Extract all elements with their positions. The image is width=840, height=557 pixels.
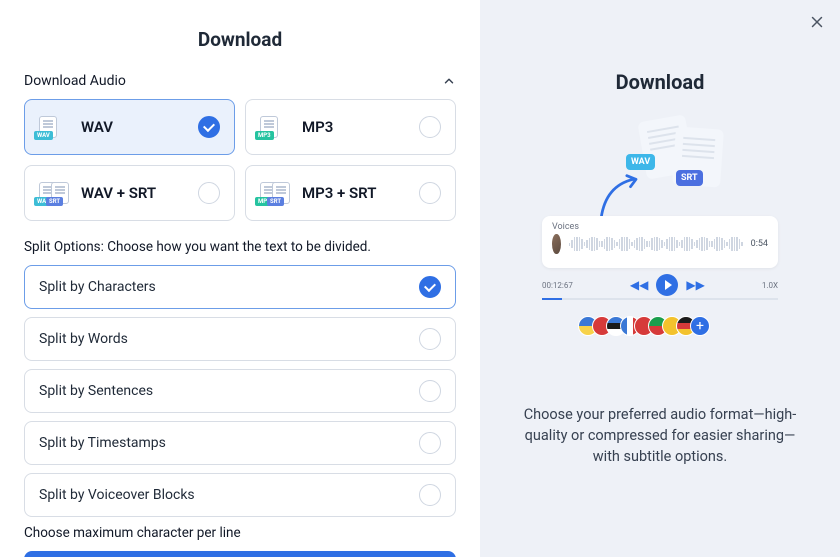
- format-label: MP3: [302, 118, 409, 136]
- radio-unchecked-icon: [419, 432, 441, 454]
- chevron-up-icon: [442, 74, 456, 88]
- player-time: 00:12:67: [542, 281, 573, 290]
- max-char-footnote: Choose maximum character per line: [24, 525, 456, 541]
- voice-duration: 0:54: [751, 239, 768, 249]
- split-options-list: Split by Characters Split by Words Split…: [24, 265, 456, 517]
- format-option-wav-srt[interactable]: WAV SRT WAV + SRT: [24, 165, 235, 221]
- radio-unchecked-icon: [419, 116, 441, 138]
- wav-tag-icon: WAV: [626, 154, 655, 170]
- split-option-label: Split by Sentences: [39, 383, 153, 399]
- plus-icon: +: [690, 316, 710, 336]
- format-label: WAV: [81, 118, 188, 136]
- mp3-srt-file-icon: MP3 SRT: [260, 179, 292, 207]
- radio-unchecked-icon: [419, 380, 441, 402]
- split-option-timestamps[interactable]: Split by Timestamps: [24, 421, 456, 465]
- download-audio-label: Download Audio: [24, 73, 126, 89]
- page-title: Download: [24, 28, 456, 51]
- format-option-mp3-srt[interactable]: MP3 SRT MP3 + SRT: [245, 165, 456, 221]
- split-options-label: Split Options: Choose how you want the t…: [24, 239, 456, 255]
- format-option-mp3[interactable]: MP3 MP3: [245, 99, 456, 155]
- radio-unchecked-icon: [419, 328, 441, 350]
- split-option-label: Split by Characters: [39, 279, 156, 295]
- waveform-icon: [569, 235, 743, 253]
- wav-srt-file-icon: WAV SRT: [39, 179, 71, 207]
- download-button[interactable]: Download: [24, 551, 456, 557]
- rewind-icon: ◀◀: [630, 278, 648, 292]
- radio-unchecked-icon: [198, 182, 220, 204]
- voices-card: Voices 0:54: [542, 216, 778, 268]
- split-option-sentences[interactable]: Split by Sentences: [24, 369, 456, 413]
- language-flags: +: [578, 316, 710, 336]
- voices-label: Voices: [552, 222, 768, 232]
- srt-tag-icon: SRT: [676, 170, 703, 186]
- progress-bar: [542, 298, 778, 300]
- mp3-file-icon: MP3: [260, 113, 292, 141]
- split-option-words[interactable]: Split by Words: [24, 317, 456, 361]
- download-audio-header[interactable]: Download Audio: [24, 73, 456, 89]
- player-speed: 1.0X: [762, 281, 778, 290]
- radio-checked-icon: [198, 116, 220, 138]
- split-option-label: Split by Words: [39, 331, 128, 347]
- wav-file-icon: WAV: [39, 113, 71, 141]
- format-label: MP3 + SRT: [302, 184, 409, 202]
- avatar: [552, 234, 561, 254]
- radio-checked-icon: [419, 276, 441, 298]
- preview-description: Choose your preferred audio format—high-…: [520, 404, 800, 467]
- forward-icon: ▶▶: [686, 278, 704, 292]
- download-illustration: WAV SRT Voices 0:54 00:12:67 ◀◀ ▶▶ 1.0X: [530, 124, 790, 384]
- preview-panel: Download WAV SRT Voices 0:54 00:12:67 ◀◀: [480, 0, 840, 557]
- radio-unchecked-icon: [419, 484, 441, 506]
- split-option-characters[interactable]: Split by Characters: [24, 265, 456, 309]
- close-button[interactable]: [808, 12, 826, 37]
- format-option-wav[interactable]: WAV WAV: [24, 99, 235, 155]
- split-option-voiceover-blocks[interactable]: Split by Voiceover Blocks: [24, 473, 456, 517]
- format-label: WAV + SRT: [81, 184, 188, 202]
- play-icon: [656, 274, 678, 296]
- preview-title: Download: [520, 70, 800, 94]
- player-row: 00:12:67 ◀◀ ▶▶ 1.0X: [542, 274, 778, 296]
- split-option-label: Split by Voiceover Blocks: [39, 487, 195, 503]
- settings-panel: Download Download Audio WAV WAV MP3 MP3 …: [0, 0, 480, 557]
- split-option-label: Split by Timestamps: [39, 435, 166, 451]
- format-grid: WAV WAV MP3 MP3 WAV SRT WAV + SRT MP3 SR…: [24, 99, 456, 221]
- radio-unchecked-icon: [419, 182, 441, 204]
